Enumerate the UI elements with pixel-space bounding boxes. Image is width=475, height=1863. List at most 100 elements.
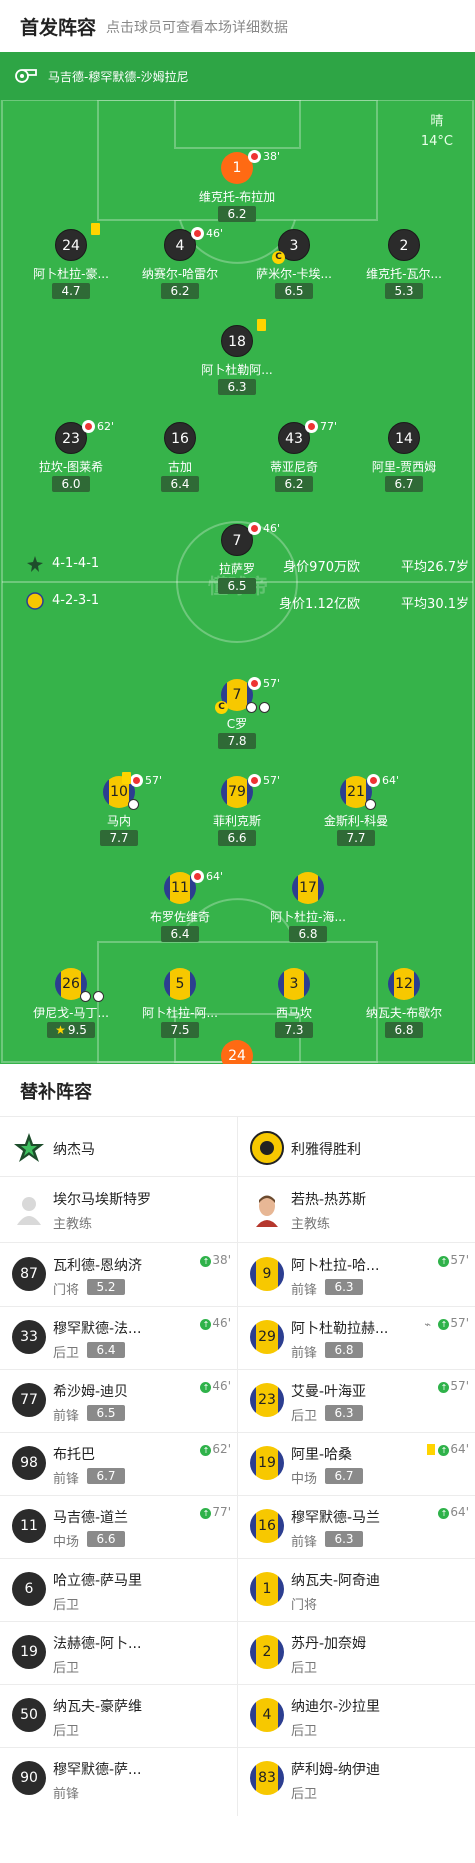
away-sub-player[interactable]: 4 纳迪尔-沙拉里 后卫 — [238, 1684, 475, 1747]
away-sub-player[interactable]: 19 阿里-哈桑 中场 6.7 ↑ 64' — [238, 1432, 475, 1495]
substitution-on-icon: ↑ — [438, 1382, 450, 1393]
substitution-minute: 46' — [212, 1316, 231, 1330]
player-rating: 6.8 — [325, 1342, 363, 1358]
jersey-number-badge: 5 — [164, 968, 196, 1000]
substitution-minute: 38' — [263, 150, 281, 163]
player-rating: 6.3 — [325, 1405, 363, 1421]
home-player[interactable]: 4 46' 纳赛尔-哈雷尔 6.2 — [120, 227, 240, 319]
away-player[interactable]: 7 57' C C罗 7.8 — [177, 677, 297, 769]
player-name: 纳瓦夫-阿奇迪 — [291, 1573, 381, 1589]
player-name: 哈立德-萨马里 — [53, 1573, 143, 1589]
substitution-minute: 57' — [263, 677, 281, 690]
home-player[interactable]: 23 62' 拉坎-图莱希 6.0 — [11, 420, 131, 512]
player-name: 法赫德-阿卜... — [53, 1636, 142, 1652]
away-sub-player[interactable]: 16 穆罕默德-马兰 前锋 6.3 ↑ 64' — [238, 1495, 475, 1558]
away-player[interactable]: 11 64' 布罗佐维奇 6.4 — [120, 870, 240, 962]
away-player[interactable]: 26 伊尼戈-马丁... ★ 9.5 — [11, 968, 131, 1058]
home-sub-player[interactable]: 33 穆罕默德-法... 后卫 6.4 ↑ 46' — [0, 1306, 237, 1369]
player-rating: 6.2 — [161, 283, 199, 299]
home-player[interactable]: 24 阿卜杜拉-豪... 4.7 — [11, 223, 131, 319]
away-coach-role: 主教练 — [291, 1217, 331, 1232]
player-rating: 6.3 — [325, 1531, 363, 1547]
home-team-logo-icon — [14, 1133, 44, 1162]
away-player[interactable]: 10 57' 马内 7.7 — [59, 772, 179, 866]
substitution-minute: 62' — [97, 420, 115, 433]
home-sub-player[interactable]: 6 哈立德-萨马里 后卫 — [0, 1558, 237, 1621]
substitution-minute: 64' — [206, 870, 224, 883]
home-player[interactable]: 7 46' 拉萨罗 6.5 — [177, 522, 297, 614]
substitution-in: ↑ 46' — [200, 1379, 231, 1393]
divider — [0, 1176, 475, 1177]
jersey-number-badge: 2 — [388, 229, 420, 261]
substitution-off-icon — [248, 150, 261, 163]
away-player[interactable]: 21 64' 金斯利-科曼 7.7 — [296, 774, 416, 866]
home-coach[interactable]: 埃尔马埃斯特罗 主教练 — [0, 1177, 237, 1243]
substitution-off-icon — [248, 774, 261, 787]
jersey-number-badge: 77 — [12, 1383, 46, 1417]
jersey-number-badge: 3 — [278, 968, 310, 1000]
home-sub-player[interactable]: 98 布托巴 前锋 6.7 ↑ 62' — [0, 1432, 237, 1495]
substitution-minute: 57' — [263, 774, 281, 787]
player-rating: 6.7 — [385, 476, 423, 492]
player-rating: 7.7 — [100, 830, 138, 846]
home-sub-player[interactable]: 11 马吉德-道兰 中场 6.6 ↑ 77' — [0, 1495, 237, 1558]
substitution-on-icon: ↑ — [438, 1256, 450, 1267]
player-position: 后卫 — [291, 1661, 318, 1676]
player-rating: 6.2 — [275, 476, 313, 492]
away-sub-player[interactable]: 1 纳瓦夫-阿奇迪 门将 — [238, 1558, 475, 1621]
player-rating: ★ 9.5 — [47, 1022, 95, 1038]
away-player[interactable]: 17 阿卜杜拉-海... 6.8 — [248, 872, 368, 962]
substitution-minute: 77' — [320, 420, 338, 433]
home-player[interactable]: 43 77' 蒂亚尼奇 6.2 — [234, 420, 354, 512]
substitution-in: ↑ 57' — [438, 1316, 469, 1330]
away-sub-player[interactable]: 2 苏丹-加奈姆 后卫 — [238, 1621, 475, 1684]
player-name: 阿卜杜勒阿... — [201, 363, 273, 377]
home-sub-player[interactable]: 87 瓦利德-恩纳济 门将 5.2 ↑ 38' — [0, 1243, 237, 1306]
substitution-in: ↑ 57' — [438, 1379, 469, 1393]
away-player[interactable]: 79 57' 菲利克斯 6.6 — [177, 774, 297, 866]
jersey-number-badge: 12 — [388, 968, 420, 1000]
home-coach-role: 主教练 — [53, 1217, 93, 1232]
home-team-header: 纳杰马 — [0, 1117, 237, 1177]
player-name: 纳瓦夫-布歇尔 — [365, 1006, 443, 1020]
away-sub-player[interactable]: 9 阿卜杜拉-哈... 前锋 6.3 ↑ 57' — [238, 1243, 475, 1306]
home-sub-player[interactable]: 50 纳瓦夫-豪萨维 后卫 — [0, 1684, 237, 1747]
substitution-on-icon: ↑ — [200, 1256, 212, 1267]
home-player[interactable]: 18 阿卜杜勒阿... 6.3 — [177, 319, 297, 415]
player-name: 阿卜杜拉-阿... — [142, 1006, 218, 1020]
away-player[interactable]: 12 纳瓦夫-布歇尔 6.8 — [344, 968, 464, 1058]
player-name: 布罗佐维奇 — [149, 910, 210, 924]
away-sub-player[interactable]: 83 萨利姆-纳伊迪 后卫 — [238, 1747, 475, 1810]
substitution-on-icon: ↑ — [200, 1508, 212, 1519]
away-player[interactable]: 24本托6.8 — [177, 1040, 297, 1064]
away-coach[interactable]: 若热-热苏斯 主教练 — [238, 1177, 475, 1243]
player-position: 后卫 — [53, 1724, 80, 1739]
home-player[interactable]: 14 阿里-贾西姆 6.7 — [344, 422, 464, 512]
whistle-icon — [15, 69, 37, 83]
home-sub-player[interactable]: 19 法赫德-阿卜... 后卫 — [0, 1621, 237, 1684]
player-rating: 6.7 — [325, 1468, 363, 1484]
star-icon: ★ — [55, 1023, 66, 1037]
player-name: 菲利克斯 — [212, 814, 261, 828]
substitution-on-icon: ↑ — [200, 1382, 212, 1393]
away-sub-player[interactable]: 23 艾曼-叶海亚 后卫 6.3 ↑ 57' — [238, 1369, 475, 1432]
player-name: 萨利姆-纳伊迪 — [291, 1762, 381, 1778]
player-rating: 6.4 — [87, 1342, 125, 1358]
player-position: 前锋 — [291, 1535, 318, 1550]
home-sub-player[interactable]: 90 穆罕默德-萨... 前锋 — [0, 1747, 237, 1810]
home-player[interactable]: 2 维克托-瓦尔... 5.3 — [344, 229, 464, 319]
home-player[interactable]: 16 古加 6.4 — [120, 422, 240, 512]
player-name: 西马坎 — [275, 1006, 312, 1020]
substitution-minute: 57' — [450, 1253, 469, 1267]
player-name: 苏丹-加奈姆 — [291, 1636, 367, 1652]
substitution-on-icon: ↑ — [438, 1319, 450, 1330]
away-sub-player[interactable]: 29 阿卜杜勒拉赫... 前锋 6.8 ↑ 57' ⌁ — [238, 1306, 475, 1369]
home-sub-player[interactable]: 77 希沙姆-迪贝 前锋 6.5 ↑ 46' — [0, 1369, 237, 1432]
player-name: C罗 — [226, 717, 248, 731]
goal-ball-icon — [93, 991, 104, 1002]
home-player[interactable]: 3 C 萨米尔-卡埃... 6.5 — [234, 229, 354, 319]
player-position: 后卫 — [291, 1787, 318, 1802]
substitution-on-icon: ↑ — [200, 1445, 212, 1456]
player-position: 前锋 — [291, 1346, 318, 1361]
player-rating: 6.5 — [275, 283, 313, 299]
